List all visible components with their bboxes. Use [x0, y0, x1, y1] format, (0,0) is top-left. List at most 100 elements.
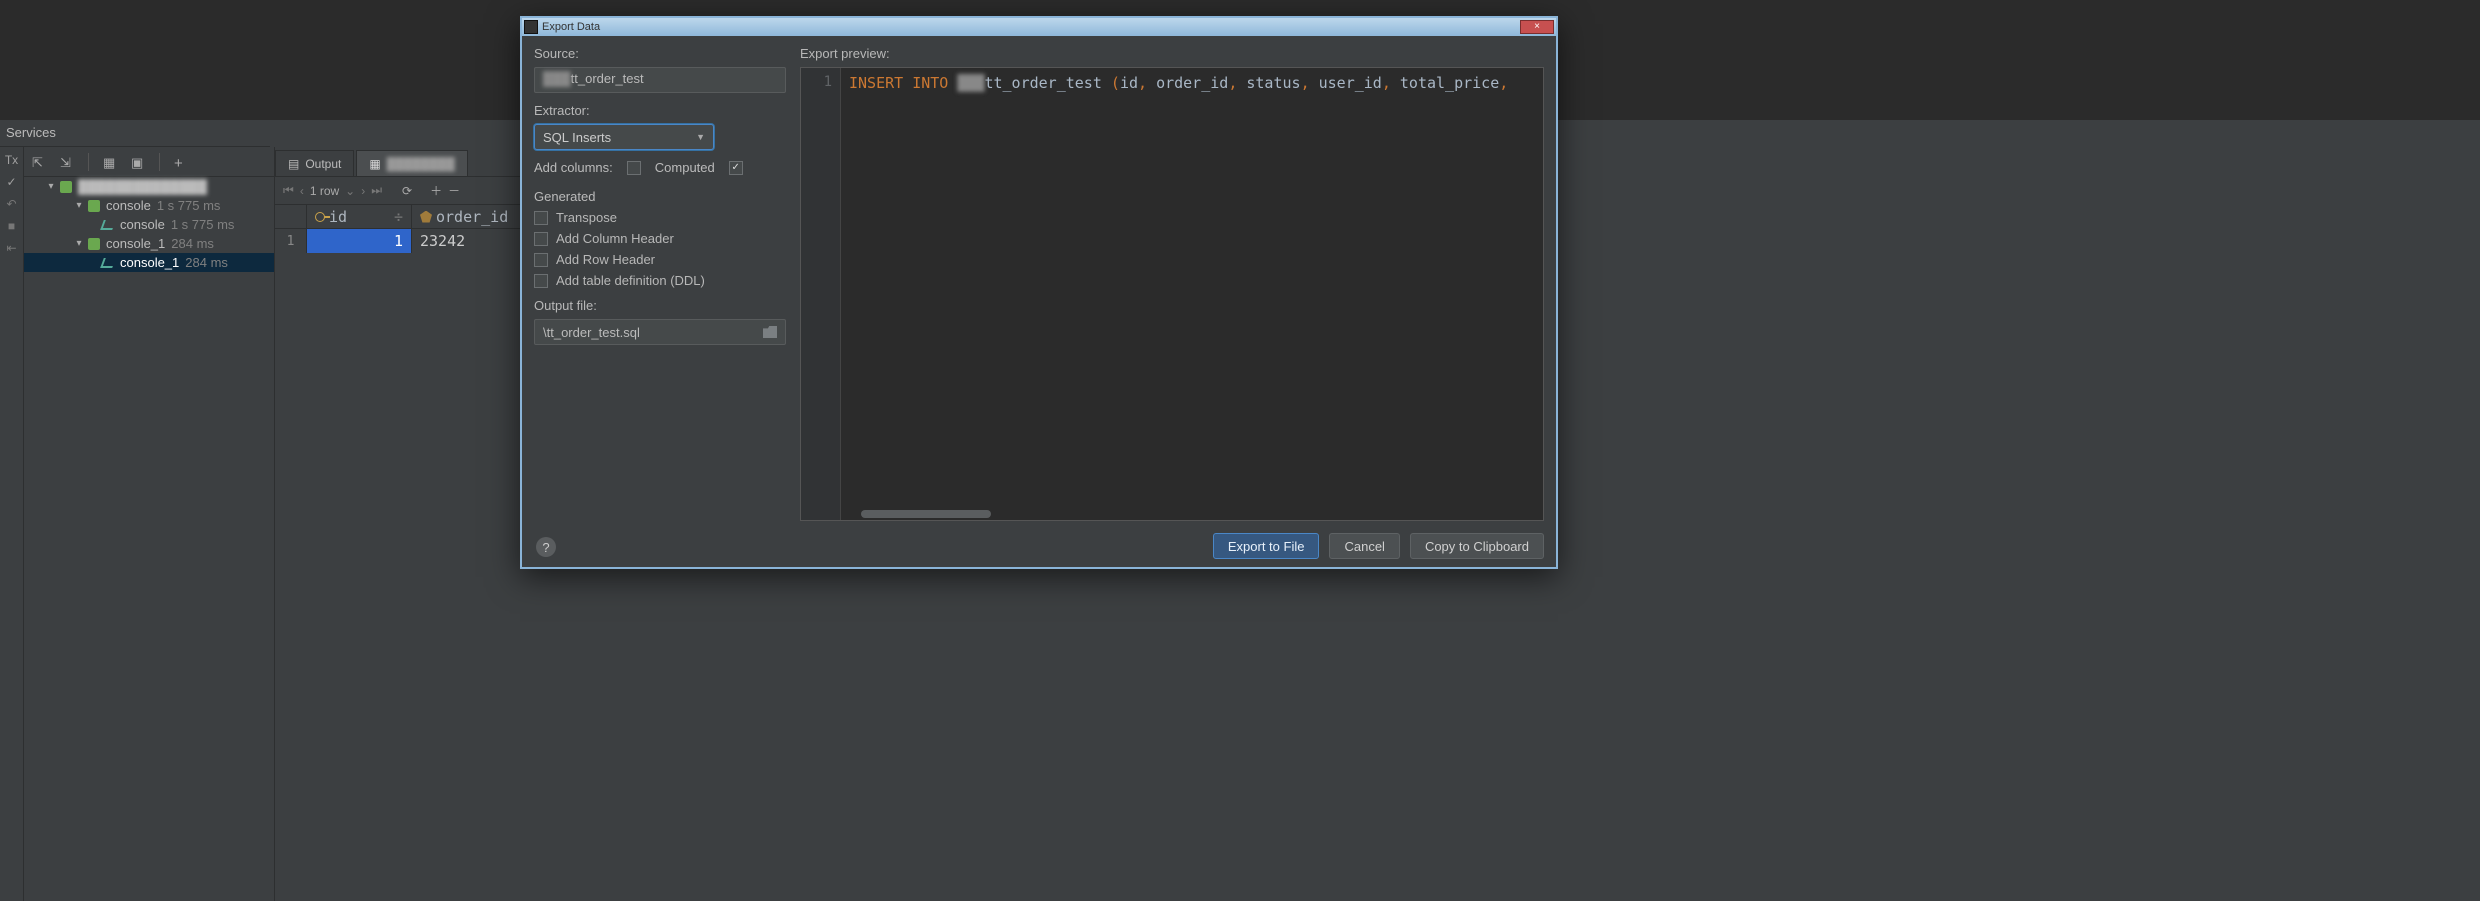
tab-output[interactable]: ▤ Output — [275, 150, 354, 176]
services-panel-title: Services — [0, 125, 270, 147]
preview-box[interactable]: 1 INSERT INTO ███tt_order_test (id, orde… — [800, 67, 1544, 521]
output-file-label: Output file: — [534, 298, 786, 313]
tree-item[interactable]: ▾ console 1 s 775 ms — [24, 196, 274, 215]
output-file-value: \tt_order_test.sql — [543, 325, 640, 340]
tree-root-label: ██████████████ — [78, 179, 207, 194]
reload-icon[interactable]: ⟳ — [402, 184, 412, 198]
key-icon — [315, 212, 325, 222]
chevron-down-icon[interactable]: ▾ — [46, 181, 56, 192]
cancel-button[interactable]: Cancel — [1329, 533, 1399, 559]
query-icon — [100, 220, 116, 230]
source-field[interactable]: ███tt_order_test — [534, 67, 786, 93]
add-ddl-checkbox[interactable] — [534, 274, 548, 288]
add-row-header-label: Add Row Header — [556, 252, 655, 267]
undo-icon[interactable]: ↶ — [6, 197, 16, 211]
add-icon[interactable]: + — [174, 155, 188, 169]
dialog-right-panel: Export preview: 1 INSERT INTO ███tt_orde… — [800, 42, 1544, 521]
horizontal-scrollbar[interactable] — [861, 510, 991, 518]
extractor-value: SQL Inserts — [543, 130, 611, 145]
extractor-label: Extractor: — [534, 103, 786, 118]
query-icon — [100, 258, 116, 268]
layout-icon[interactable]: ▣ — [131, 155, 145, 169]
output-file-field[interactable]: \tt_order_test.sql — [534, 319, 786, 345]
source-value: tt_order_test — [571, 71, 644, 86]
transpose-label: Transpose — [556, 210, 617, 225]
remove-row-icon[interactable]: － — [448, 182, 460, 199]
generated-label: Generated — [534, 189, 595, 204]
folder-icon[interactable] — [763, 326, 777, 338]
output-icon: ▤ — [288, 157, 299, 171]
column-icon — [420, 211, 432, 223]
console-icon — [88, 200, 100, 212]
column-header-order-id[interactable]: order_id — [412, 205, 532, 228]
expand-all-icon[interactable]: ⇱ — [32, 155, 46, 169]
close-button[interactable]: × — [1520, 20, 1554, 34]
first-page-icon[interactable]: ⏮ — [283, 183, 294, 198]
grid-corner — [275, 205, 307, 228]
tree-item-time: 1 s 775 ms — [157, 198, 221, 213]
table-icon: ▦ — [369, 157, 380, 171]
console-icon — [88, 238, 100, 250]
help-button[interactable]: ? — [536, 537, 556, 557]
column-header-id[interactable]: id ÷ — [307, 205, 412, 228]
source-label: Source: — [534, 46, 786, 61]
tree-item[interactable]: console 1 s 775 ms — [24, 215, 274, 234]
tree-item-label: console — [106, 198, 151, 213]
tree-item[interactable]: ▾ console_1 284 ms — [24, 234, 274, 253]
next-page-icon[interactable]: › — [361, 184, 365, 198]
collapse-all-icon[interactable]: ⇲ — [60, 155, 74, 169]
services-tree[interactable]: ▾ ██████████████ ▾ console 1 s 775 ms co… — [24, 177, 274, 901]
export-to-file-button[interactable]: Export to File — [1213, 533, 1320, 559]
generated-checkbox[interactable] — [729, 161, 743, 175]
cell-id[interactable]: 1 — [307, 229, 412, 253]
computed-label: Computed — [655, 160, 715, 175]
tree-item-selected[interactable]: console_1 284 ms — [24, 253, 274, 272]
grid-icon[interactable]: ▦ — [103, 155, 117, 169]
tab-table[interactable]: ▦ ████████ — [356, 150, 467, 176]
dialog-titlebar[interactable]: Export Data × — [522, 18, 1556, 36]
stop-icon[interactable]: ■ — [8, 219, 15, 233]
database-icon — [60, 181, 72, 193]
export-data-dialog: Export Data × Source: ███tt_order_test E… — [520, 16, 1558, 569]
preview-gutter: 1 — [801, 68, 841, 520]
check-icon[interactable]: ✓ — [6, 175, 16, 189]
add-ddl-label: Add table definition (DDL) — [556, 273, 705, 288]
chevron-down-icon[interactable]: ▾ — [74, 238, 84, 249]
copy-to-clipboard-button[interactable]: Copy to Clipboard — [1410, 533, 1544, 559]
extractor-select[interactable]: SQL Inserts ▼ — [534, 124, 714, 150]
tree-item-time: 1 s 775 ms — [171, 217, 235, 232]
tab-output-label: Output — [305, 157, 341, 171]
add-col-header-label: Add Column Header — [556, 231, 674, 246]
preview-label: Export preview: — [800, 46, 1544, 61]
services-toolbar: ⇱ ⇲ ▦ ▣ + — [24, 147, 274, 177]
computed-checkbox[interactable] — [627, 161, 641, 175]
prev-page-icon[interactable]: ‹ — [300, 184, 304, 198]
chevron-down-icon: ▼ — [696, 132, 705, 142]
tree-item-label: console — [120, 217, 165, 232]
app-icon — [524, 20, 538, 34]
preview-code[interactable]: INSERT INTO ███tt_order_test (id, order_… — [841, 68, 1516, 520]
tree-item-label: console_1 — [120, 255, 179, 270]
last-page-icon[interactable]: ⏭ — [371, 183, 382, 198]
add-row-header-checkbox[interactable] — [534, 253, 548, 267]
tree-item-time: 284 ms — [185, 255, 228, 270]
add-row-icon[interactable]: ＋ — [430, 182, 442, 199]
column-header-label: id — [329, 208, 347, 226]
tree-item-label: console_1 — [106, 236, 165, 251]
dialog-left-panel: Source: ███tt_order_test Extractor: SQL … — [534, 42, 786, 521]
row-count[interactable]: 1 row — [310, 184, 339, 198]
transpose-checkbox[interactable] — [534, 211, 548, 225]
tx-indicator: Tx — [5, 153, 18, 167]
dropdown-icon[interactable]: ⌄ — [345, 184, 355, 198]
sort-icon[interactable]: ÷ — [394, 208, 403, 226]
addcols-label: Add columns: — [534, 160, 613, 175]
tree-root[interactable]: ▾ ██████████████ — [24, 177, 274, 196]
dialog-title: Export Data — [542, 21, 1520, 33]
cell-order-id[interactable]: 23242 — [412, 229, 532, 253]
collapse-icon[interactable]: ⇤ — [6, 241, 16, 255]
add-col-header-checkbox[interactable] — [534, 232, 548, 246]
column-header-label: order_id — [436, 208, 508, 226]
chevron-down-icon[interactable]: ▾ — [74, 200, 84, 211]
tree-item-time: 284 ms — [171, 236, 214, 251]
row-number: 1 — [275, 229, 307, 253]
